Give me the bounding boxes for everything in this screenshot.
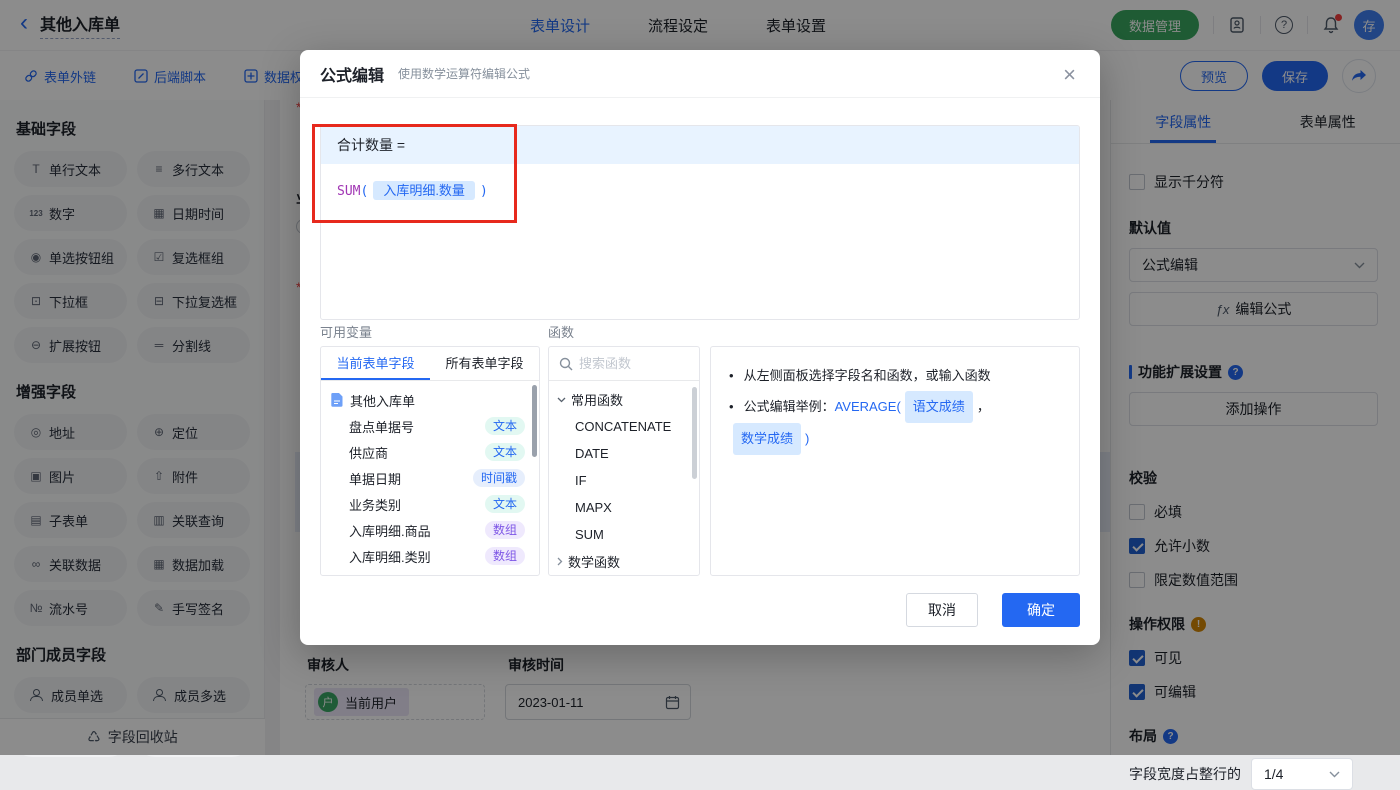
modal-footer: 取消 确定: [906, 593, 1080, 627]
function-item[interactable]: SUM: [549, 521, 699, 548]
function-group-text[interactable]: 文本函数: [549, 575, 699, 576]
formula-editor-modal: 公式编辑 使用数学运算符编辑公式 × 合计数量 = SUM(入库明细.数量) 可…: [300, 50, 1100, 645]
variables-scrollbar[interactable]: [532, 385, 537, 457]
chevron-right-icon: [557, 557, 563, 566]
formula-expression[interactable]: SUM(入库明细.数量): [321, 164, 1079, 215]
tip-line-1: • 从左侧面板选择字段名和函数，或输入函数: [729, 361, 1061, 391]
chevron-down-icon: [557, 397, 566, 403]
bullet: •: [729, 361, 734, 391]
chevron-down-icon: [1329, 771, 1340, 778]
formula-target-row: 合计数量 =: [321, 126, 1079, 164]
tab-current-form-fields[interactable]: 当前表单字段: [321, 347, 430, 380]
form-designer-app: { "colors": { "accent": "#2468f2", "gree…: [0, 0, 1400, 755]
functions-scrollbar[interactable]: [692, 387, 697, 479]
variable-row[interactable]: 业务类别文本: [321, 491, 539, 517]
function-tree: 常用函数 CONCATENATE DATE IF MAPX SUM 数学函数 文…: [549, 381, 699, 576]
variable-tabs: 当前表单字段 所有表单字段: [321, 347, 539, 381]
functions-label: 函数: [548, 322, 574, 341]
field-chip[interactable]: 入库明细.数量: [373, 181, 475, 200]
type-badge: 时间戳: [473, 469, 525, 487]
modal-title: 公式编辑: [320, 62, 384, 86]
variable-row[interactable]: 单据日期时间戳: [321, 465, 539, 491]
function-search-input[interactable]: [579, 356, 679, 371]
search-icon: [559, 357, 573, 371]
type-badge: 数组: [485, 521, 525, 539]
variable-root-row[interactable]: 其他入库单: [321, 387, 539, 413]
modal-header: 公式编辑 使用数学运算符编辑公式 ×: [300, 50, 1100, 98]
function-group-common[interactable]: 常用函数: [549, 386, 699, 413]
functions-panel: 常用函数 CONCATENATE DATE IF MAPX SUM 数学函数 文…: [548, 346, 700, 576]
function-item[interactable]: DATE: [549, 440, 699, 467]
variable-row[interactable]: 供应商文本: [321, 439, 539, 465]
variables-panel: 当前表单字段 所有表单字段 其他入库单 盘点单据号文本 供应商文本 单据日期时间…: [320, 346, 540, 576]
example-chip: 语文成绩: [905, 391, 973, 423]
tab-all-form-fields[interactable]: 所有表单字段: [430, 347, 539, 380]
variable-row[interactable]: 入库明细.类别数组: [321, 543, 539, 569]
field-width-select[interactable]: 1/4: [1251, 758, 1353, 790]
variables-label: 可用变量: [320, 322, 372, 341]
function-item[interactable]: CONCATENATE: [549, 413, 699, 440]
type-badge: 文本: [485, 443, 525, 461]
tip-line-2: • 公式编辑举例： AVERAGE( 语文成绩 ， 数学成绩 ): [729, 391, 1061, 455]
function-token: SUM: [337, 184, 360, 199]
type-badge: 文本: [485, 495, 525, 513]
modal-subtitle: 使用数学运算符编辑公式: [398, 65, 530, 82]
function-search: [549, 347, 699, 381]
bullet: •: [729, 392, 734, 422]
function-item[interactable]: MAPX: [549, 494, 699, 521]
type-badge: 数组: [485, 547, 525, 565]
formula-editor[interactable]: 合计数量 = SUM(入库明细.数量): [320, 125, 1080, 320]
variable-row[interactable]: 入库明细.商品数组: [321, 517, 539, 543]
field-width-row: 字段宽度占整行的 1/4: [1129, 758, 1378, 790]
close-icon[interactable]: ×: [1059, 60, 1080, 90]
equals-sign: =: [397, 137, 405, 153]
function-group-math[interactable]: 数学函数: [549, 548, 699, 575]
confirm-button[interactable]: 确定: [1002, 593, 1080, 627]
tips-panel: • 从左侧面板选择字段名和函数，或输入函数 • 公式编辑举例： AVERAGE(…: [710, 346, 1080, 576]
variable-row[interactable]: 盘点单据号文本: [321, 413, 539, 439]
variable-tree: 其他入库单 盘点单据号文本 供应商文本 单据日期时间戳 业务类别文本 入库明细.…: [321, 381, 539, 569]
cancel-button[interactable]: 取消: [906, 593, 978, 627]
type-badge: 文本: [485, 417, 525, 435]
function-item[interactable]: IF: [549, 467, 699, 494]
example-chip: 数学成绩: [733, 423, 801, 455]
document-icon: [331, 393, 343, 407]
